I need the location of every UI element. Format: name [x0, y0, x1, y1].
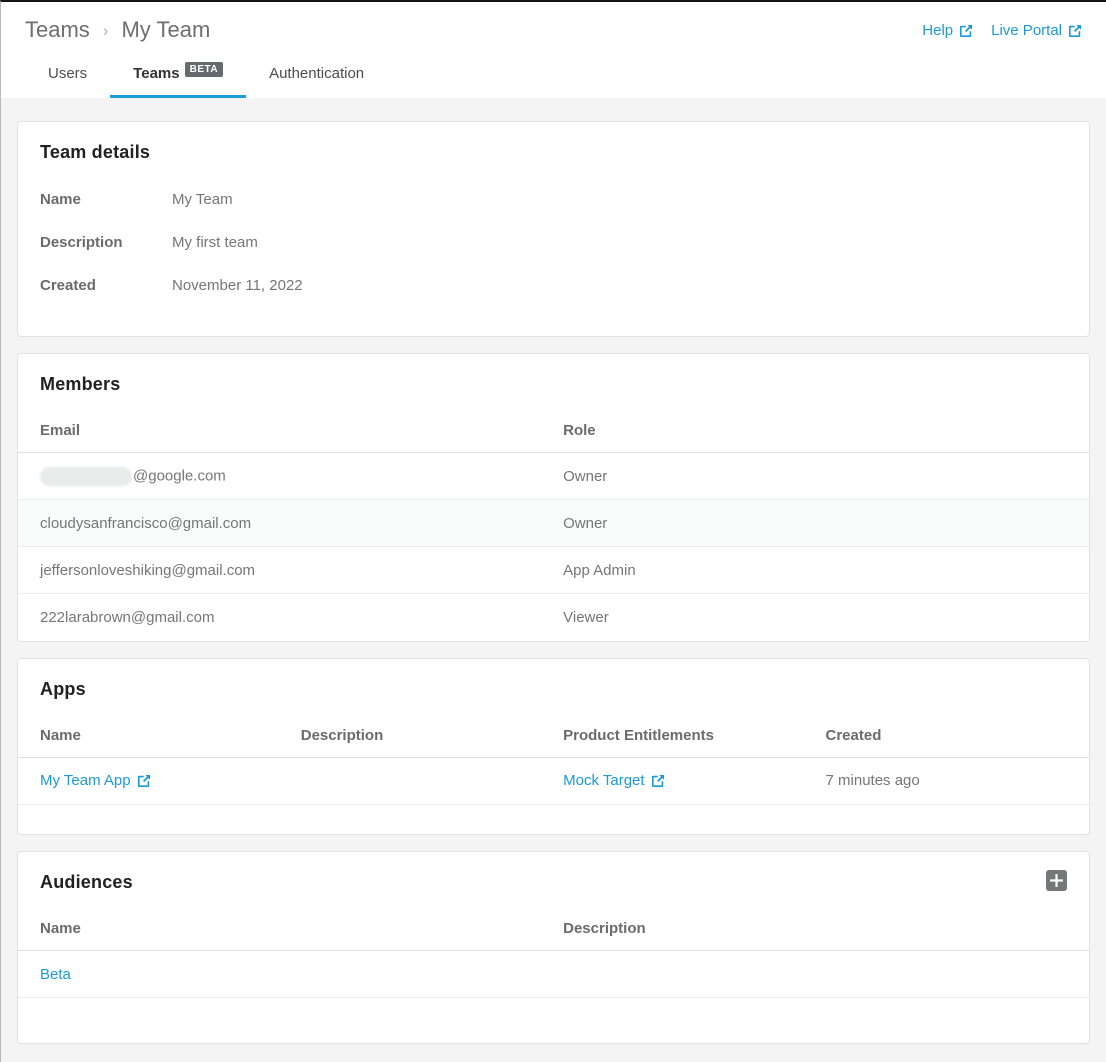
app-name-cell: My Team App [18, 757, 301, 804]
audiences-col-name: Name [18, 908, 563, 951]
team-details-title: Team details [40, 142, 150, 163]
member-email: cloudysanfrancisco@gmail.com [18, 500, 563, 547]
breadcrumb-current-page: My Team [121, 17, 210, 43]
member-email: 222larabrown@gmail.com [18, 594, 563, 641]
audiences-table: Name Description Beta [18, 908, 1089, 1043]
apps-title: Apps [40, 679, 86, 700]
tab-users-label: Users [48, 65, 87, 82]
external-link-icon [1068, 24, 1082, 38]
detail-row-description: Description My first team [40, 234, 1067, 251]
audience-name-link[interactable]: Beta [40, 966, 71, 983]
app-created: 7 minutes ago [826, 757, 1089, 804]
audiences-col-description: Description [563, 908, 1089, 951]
audiences-card: Audiences Name Description Beta [17, 851, 1090, 1044]
detail-value: My Team [172, 191, 233, 208]
detail-row-name: Name My Team [40, 191, 1067, 208]
help-link[interactable]: Help [922, 22, 973, 39]
audience-name: Beta [40, 966, 71, 983]
member-email-cell: @google.com [18, 453, 563, 500]
app-entitlement: Mock Target [563, 772, 644, 789]
tab-teams[interactable]: Teams BETA [110, 56, 246, 98]
apps-table: Name Description Product Entitlements Cr… [18, 715, 1089, 835]
page-header: Teams › My Team Help Live Portal Users T… [1, 2, 1106, 98]
apps-card: Apps Name Description Product Entitlemen… [17, 658, 1090, 836]
breadcrumb-teams[interactable]: Teams [25, 17, 90, 43]
table-row: jeffersonloveshiking@gmail.com App Admin [18, 547, 1089, 594]
members-card: Members Email Role @google.com Owner clo… [17, 353, 1090, 642]
add-audience-button[interactable] [1046, 870, 1067, 891]
app-entitlements-cell: Mock Target [563, 757, 825, 804]
tab-authentication[interactable]: Authentication [246, 56, 387, 98]
tab-users[interactable]: Users [25, 56, 110, 98]
member-role: Owner [563, 500, 1089, 547]
header-links: Help Live Portal [922, 17, 1082, 39]
member-role: App Admin [563, 547, 1089, 594]
detail-row-created: Created November 11, 2022 [40, 277, 1067, 294]
redacted-email-blob [40, 467, 132, 486]
apps-col-created: Created [826, 715, 1089, 758]
member-email: @google.com [133, 467, 226, 484]
tab-authentication-label: Authentication [269, 65, 364, 82]
live-portal-link-label: Live Portal [991, 22, 1062, 39]
live-portal-link[interactable]: Live Portal [991, 22, 1082, 39]
breadcrumb-chevron-icon: › [103, 19, 109, 41]
table-footer-row [18, 998, 1089, 1043]
tab-teams-label: Teams [133, 65, 179, 82]
table-row: cloudysanfrancisco@gmail.com Owner [18, 500, 1089, 547]
breadcrumb: Teams › My Team [25, 17, 210, 43]
plus-icon [1050, 874, 1063, 887]
detail-value: My first team [172, 234, 258, 251]
app-name: My Team App [40, 772, 131, 789]
audiences-title: Audiences [40, 872, 133, 893]
audience-description [563, 951, 1089, 998]
external-link-icon [959, 24, 973, 38]
table-footer-row [18, 804, 1089, 834]
members-col-role: Role [563, 410, 1089, 453]
beta-badge: BETA [185, 62, 223, 77]
app-entitlement-link[interactable]: Mock Target [563, 772, 664, 789]
external-link-icon [137, 774, 151, 788]
table-row: Beta [18, 951, 1089, 998]
audience-name-cell: Beta [18, 951, 563, 998]
help-link-label: Help [922, 22, 953, 39]
table-row: 222larabrown@gmail.com Viewer [18, 594, 1089, 641]
members-title: Members [40, 374, 120, 395]
tab-bar: Users Teams BETA Authentication [1, 56, 1106, 98]
app-name-link[interactable]: My Team App [40, 772, 151, 789]
table-row: My Team App Mock Target 7 minutes ago [18, 757, 1089, 804]
apps-col-entitlements: Product Entitlements [563, 715, 825, 758]
detail-label: Name [40, 191, 172, 208]
team-details-card: Team details Name My Team Description My… [17, 121, 1090, 337]
apps-col-name: Name [18, 715, 301, 758]
table-row: @google.com Owner [18, 453, 1089, 500]
detail-label: Created [40, 277, 172, 294]
member-role: Owner [563, 453, 1089, 500]
detail-value: November 11, 2022 [172, 277, 303, 294]
member-role: Viewer [563, 594, 1089, 641]
members-table: Email Role @google.com Owner cloudysanfr… [18, 410, 1089, 641]
members-col-email: Email [18, 410, 563, 453]
apps-col-description: Description [301, 715, 563, 758]
member-email: jeffersonloveshiking@gmail.com [18, 547, 563, 594]
app-description [301, 757, 563, 804]
external-link-icon [651, 774, 665, 788]
detail-label: Description [40, 234, 172, 251]
main-content: Team details Name My Team Description My… [1, 98, 1106, 1056]
